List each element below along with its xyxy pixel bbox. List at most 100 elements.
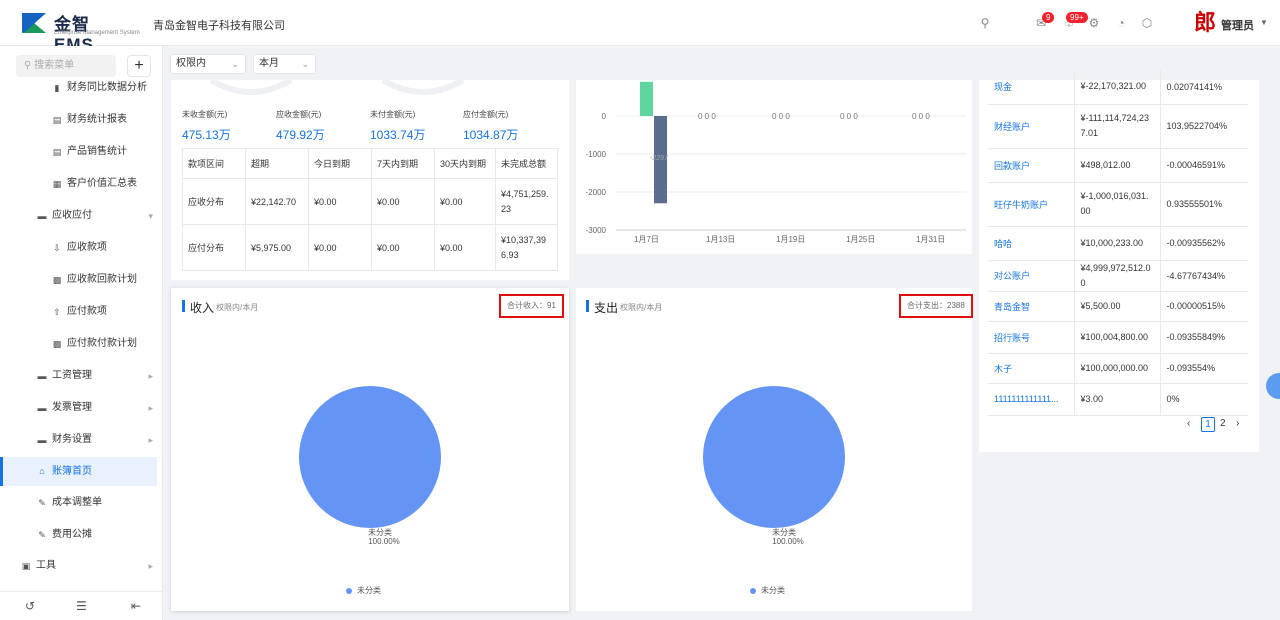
table-cell: 0.93555501% — [1159, 182, 1248, 227]
table-cell: 0% — [1159, 383, 1248, 416]
folder-icon: ▬ — [37, 371, 47, 381]
sidebar-item-collection-plan[interactable]: ▩ 应收款回款计划 — [0, 266, 157, 294]
sidebar-item-finance-settings[interactable]: ▬ 财务设置 ▸ — [0, 426, 157, 454]
stat-label-unreceived: 未收金额(元) — [182, 110, 228, 119]
avatar[interactable]: 郎 — [1192, 10, 1218, 36]
account-link[interactable]: 财经账户 — [988, 104, 1074, 149]
table-row: 木子 ¥100,000,000.00 -0.093554% — [988, 353, 1248, 384]
sidebar-item-payables[interactable]: ⇧ 应付款项 — [0, 298, 157, 326]
expense-legend[interactable]: 未分类 — [750, 585, 785, 596]
expense-pie-slice[interactable] — [703, 386, 845, 528]
table-row: 对公账户 ¥4,999,972,512.00 -4.67767434% — [988, 260, 1248, 292]
y-tick-label: -2000 — [586, 188, 607, 197]
table-cell: ¥100,004,800.00 — [1073, 321, 1160, 354]
table-header: 超期 — [245, 148, 309, 179]
logo-mark-icon — [22, 13, 46, 33]
sidebar-item-invoices[interactable]: ▬ 发票管理 ▸ — [0, 394, 157, 422]
period-select[interactable]: 本月 ⌄ — [253, 54, 316, 74]
sidebar-item-receivables[interactable]: ⇩ 应收款项 — [0, 234, 157, 262]
daily-chart-card: 0 -1000 -2000 -3000 1月7日 1月13日 1月19日 1月25日 1月31日… — [576, 80, 972, 254]
income-subtitle: 权限内/本月 — [216, 303, 259, 312]
sidebar-item-product-sales[interactable]: ▤ 产品销售统计 — [0, 138, 157, 166]
table-cell: ¥0.00 — [434, 178, 496, 225]
sidebar-item-finance-report[interactable]: ▤ 财务统计报表 — [0, 106, 157, 134]
account-link[interactable]: 1111111111111... — [988, 383, 1074, 416]
caret-down-icon[interactable]: ▼ — [1260, 18, 1268, 27]
folder-icon: ▬ — [37, 435, 47, 445]
sidebar-item-receivable-payable[interactable]: ▬ 应收应付 ▾ — [0, 202, 157, 230]
sliders-icon[interactable]: ☰ — [76, 599, 87, 613]
table-row: 哈哈 ¥10,000,233.00 -0.00935562% — [988, 226, 1248, 261]
stat-label-payable: 应付金额(元) — [463, 110, 509, 119]
page-2-button[interactable]: 2 — [1220, 418, 1226, 429]
sidebar-item-payment-plan[interactable]: ▩ 应付款付款计划 — [0, 330, 157, 358]
zero-value-label: 0 0 0 — [840, 112, 858, 121]
message-badge: 9 — [1042, 12, 1055, 23]
x-tick-label: 1月7日 — [634, 235, 659, 244]
table-cell: -4.67767434% — [1159, 260, 1248, 292]
prev-page-button[interactable]: ‹ — [1187, 418, 1190, 429]
download-icon: ⇩ — [53, 243, 61, 253]
search-icon[interactable]: ⚲ — [978, 16, 992, 30]
table-cell: ¥0.00 — [371, 224, 435, 271]
sidebar-item-cost-adjust[interactable]: ✎ 成本调整单 — [0, 489, 157, 517]
search-icon: ⚲ — [24, 60, 35, 71]
income-pie-slice[interactable] — [299, 386, 441, 528]
sidebar-item-ledger-home[interactable]: ⌂ 账簿首页 — [0, 457, 157, 486]
table-cell: -0.00935562% — [1159, 226, 1248, 261]
sidebar-item-cost-allocation[interactable]: ✎ 费用公摊 — [0, 521, 157, 549]
table-cell: ¥5,500.00 — [1073, 291, 1160, 322]
sidebar-item-yoy-analysis[interactable]: ▮ 财务同比数据分析 — [0, 74, 157, 102]
scope-select[interactable]: 权限内 ⌄ — [170, 54, 246, 74]
table-header: 款项区间 — [182, 148, 246, 179]
income-title: 收入 — [181, 300, 215, 315]
accounts-table: 现金 ¥-22,170,321.00 0.02074141% 财经账户 ¥-111,11… — [988, 70, 1248, 416]
zero-value-label: 0 0 0 — [698, 112, 716, 121]
account-link[interactable]: 青岛金智 — [988, 291, 1074, 322]
account-link[interactable]: 回款账户 — [988, 148, 1074, 183]
next-page-button[interactable]: › — [1236, 418, 1239, 429]
page-1-button[interactable]: 1 — [1201, 417, 1215, 432]
chevron-down-icon: ⌄ — [301, 59, 309, 69]
account-link[interactable]: 现金 — [988, 70, 1074, 105]
x-tick-label: 1月31日 — [916, 235, 945, 244]
table-row: 青岛金智 ¥5,500.00 -0.00000515% — [988, 291, 1248, 322]
sidebar-item-payroll[interactable]: ▬ 工资管理 ▸ — [0, 362, 157, 390]
income-legend[interactable]: 未分类 — [346, 585, 381, 596]
chevron-right-icon: ▸ — [148, 435, 153, 445]
table-cell: ¥100,000,000.00 — [1073, 353, 1160, 384]
table-cell: ¥-1,000,016,031.00 — [1073, 182, 1160, 227]
logo[interactable]: 金智 EMS Enterprise Management System — [20, 9, 140, 54]
sidebar-item-customer-value[interactable]: ▦ 客户价值汇总表 — [0, 170, 157, 198]
table-row: 应付分布 ¥5,975.00 ¥0.00 ¥0.00 ¥0.00 ¥10,337… — [182, 224, 558, 271]
table-row: 财经账户 ¥-111,114,724,237.01 103.9522704% — [988, 104, 1248, 149]
table-header: 30天内到期 — [434, 148, 496, 179]
y-tick-label: -3000 — [586, 226, 607, 235]
expense-subtitle: 权限内/本月 — [620, 303, 663, 312]
history-icon[interactable]: ↺ — [25, 599, 35, 613]
collapse-menu-icon[interactable]: ⇤ — [131, 599, 141, 613]
stat-value-unreceived: 475.13万 — [182, 128, 231, 142]
stat-label-unpaid: 未付金额(元) — [370, 110, 416, 119]
expense-title: 支出 — [585, 300, 619, 315]
account-link[interactable]: 招行账号 — [988, 321, 1074, 354]
chevron-right-icon: ▸ — [148, 561, 153, 571]
user-name[interactable]: 管理员 — [1221, 17, 1254, 33]
table-cell: -0.09355849% — [1159, 321, 1248, 354]
table-cell: -0.093554% — [1159, 353, 1248, 384]
distribution-table: 款项区间 超期 今日到期 7天内到期 30天内到期 未完成总额 应收分布 ¥22… — [182, 148, 558, 271]
pie-chart-icon[interactable]: ◔ — [1114, 16, 1128, 30]
sidebar-item-tools[interactable]: ▣ 工具 ▸ — [0, 552, 157, 580]
x-tick-label: 1月13日 — [706, 235, 735, 244]
account-link[interactable]: 哈哈 — [988, 226, 1074, 261]
table-cell: ¥-111,114,724,237.01 — [1073, 104, 1160, 149]
table-row: 应收分布 ¥22,142.70 ¥0.00 ¥0.00 ¥0.00 ¥4,751… — [182, 178, 558, 225]
x-tick-label: 1月25日 — [846, 235, 875, 244]
shield-icon[interactable]: ⬡ — [1140, 16, 1154, 30]
account-link[interactable]: 旺仔牛奶账户 — [988, 182, 1074, 227]
account-link[interactable]: 木子 — [988, 353, 1074, 384]
float-handle[interactable] — [1266, 373, 1280, 399]
gear-icon[interactable]: ⚙ — [1087, 16, 1101, 30]
account-link[interactable]: 对公账户 — [988, 260, 1074, 292]
table-cell: ¥0.00 — [434, 224, 496, 271]
